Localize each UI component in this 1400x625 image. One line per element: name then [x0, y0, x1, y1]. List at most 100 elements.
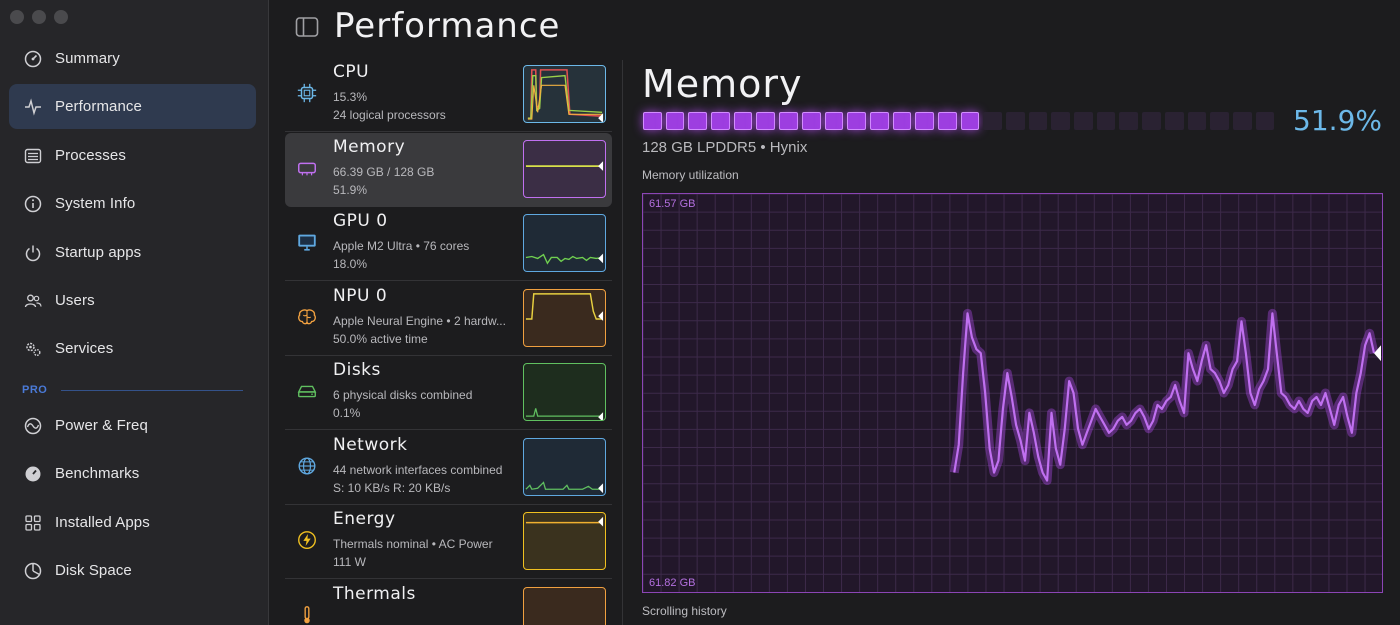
pro-section-divider: PRO — [22, 381, 243, 399]
gauge-icon — [23, 49, 43, 69]
resource-sparkline — [523, 586, 606, 625]
usage-block — [1232, 112, 1252, 130]
sidebar-item-disk-space[interactable]: Disk Space — [9, 548, 256, 593]
resource-detail: 51.9% — [333, 182, 368, 197]
sidebar-item-power-freq[interactable]: Power & Freq — [9, 403, 256, 448]
thermometer-icon — [296, 604, 320, 625]
resource-detail: 0.1% — [333, 406, 361, 420]
resource-sparkline — [523, 437, 606, 496]
resource-detail: 18.0% — [333, 257, 368, 271]
sidebar-item-label: Services — [55, 340, 114, 357]
detail-panel: Memory 51.9% 128 GB LPDDR5 • Hynix Memor… — [624, 60, 1400, 625]
bolt-icon — [296, 529, 320, 553]
sidebar-item-label: System Info — [55, 195, 136, 212]
sidebar-item-benchmarks[interactable]: Benchmarks — [9, 451, 256, 496]
y-axis-top-label: 61.57 GB — [649, 198, 696, 210]
resource-item-disks[interactable]: Disks 6 physical disks combined 0.1% — [285, 356, 612, 430]
speedometer-icon — [23, 464, 43, 484]
usage-block — [1051, 112, 1071, 130]
resource-subtitle: 66.39 GB / 128 GB — [333, 164, 435, 179]
usage-block — [1096, 112, 1116, 130]
resource-item-energy[interactable]: Energy Thermals nominal • AC Power 111 W — [285, 505, 612, 579]
chart-label: Memory utilization — [642, 168, 739, 182]
usage-block — [1028, 112, 1048, 130]
resource-detail: 50.0% active time — [333, 331, 428, 346]
resource-subtitle: Apple Neural Engine • 2 hardw... — [333, 313, 506, 328]
resource-list: CPU 15.3% 24 logical processors Memory 66.39… — [275, 60, 623, 625]
resource-subtitle: Thermals nominal • AC Power — [333, 537, 493, 551]
chart-svg — [643, 194, 1382, 592]
resource-title: Memory — [333, 136, 406, 157]
usage-block — [1164, 112, 1184, 130]
sidebar-item-label: Benchmarks — [55, 465, 140, 482]
sidebar-item-services[interactable]: Services — [9, 326, 256, 371]
resource-item-network[interactable]: Network 44 network interfaces combined S: … — [285, 431, 612, 505]
sidebar-item-installed-apps[interactable]: Installed Apps — [9, 500, 256, 545]
resource-sparkline — [523, 512, 606, 570]
users-icon — [23, 291, 43, 311]
sidebar-item-label: Disk Space — [55, 562, 132, 579]
list-icon — [23, 146, 43, 166]
monitor-icon — [296, 231, 320, 255]
sidebar-toggle-icon[interactable] — [295, 16, 319, 38]
resource-title: GPU 0 — [333, 211, 388, 231]
header: Performance — [270, 0, 1400, 60]
zoom-button[interactable] — [54, 10, 68, 24]
resource-subtitle: 6 physical disks combined — [333, 388, 473, 402]
disk-icon — [296, 380, 320, 404]
usage-block — [1255, 112, 1275, 130]
sidebar-item-users[interactable]: Users — [9, 278, 256, 323]
pro-label: PRO — [22, 384, 48, 396]
page-title: Performance — [334, 6, 561, 46]
memory-utilization-chart: 61.57 GB 61.82 GB — [642, 193, 1383, 593]
usage-block — [1006, 112, 1025, 130]
sidebar-item-system-info[interactable]: System Info — [9, 181, 256, 226]
divider — [61, 389, 243, 391]
resource-sparkline — [523, 65, 606, 123]
close-button[interactable] — [10, 10, 24, 24]
minimize-button[interactable] — [32, 10, 46, 24]
apps-grid-icon — [23, 513, 43, 533]
usage-block — [665, 112, 685, 130]
resource-item-npu-0[interactable]: NPU 0 Apple Neural Engine • 2 hardw... 50.… — [285, 282, 612, 356]
frequency-icon — [23, 416, 43, 436]
resource-item-thermals[interactable]: Thermals — [285, 580, 612, 625]
divider — [285, 578, 612, 579]
gears-icon — [23, 339, 43, 359]
sidebar-item-summary[interactable]: Summary — [9, 36, 256, 81]
sidebar-item-label: Users — [55, 292, 95, 309]
sidebar-item-label: Power & Freq — [55, 417, 148, 434]
resource-detail: 111 W — [333, 555, 366, 569]
resource-item-cpu[interactable]: CPU 15.3% 24 logical processors — [285, 58, 612, 132]
sidebar: Summary Performance Processes System Info St… — [0, 0, 269, 625]
usage-block — [824, 112, 844, 130]
brain-icon — [296, 306, 320, 330]
usage-block — [756, 112, 776, 130]
resource-sparkline — [523, 288, 606, 347]
chart-footer: Scrolling history — [642, 604, 727, 618]
resource-sparkline — [523, 363, 606, 421]
resource-item-gpu-0[interactable]: GPU 0 Apple M2 Ultra • 76 cores 18.0% — [285, 207, 612, 281]
usage-block — [960, 112, 980, 130]
sidebar-item-label: Processes — [55, 147, 126, 164]
sidebar-item-label: Installed Apps — [55, 514, 150, 531]
pie-icon — [23, 561, 43, 581]
resource-item-memory[interactable]: Memory 66.39 GB / 128 GB 51.9% — [285, 132, 612, 207]
resource-detail: 24 logical processors — [333, 108, 446, 122]
usage-block — [711, 112, 730, 130]
usage-block — [983, 112, 1002, 130]
y-axis-bottom-label: 61.82 GB — [649, 577, 696, 589]
sidebar-item-startup-apps[interactable]: Startup apps — [9, 230, 256, 275]
window-controls — [10, 10, 68, 24]
resource-title: NPU 0 — [333, 285, 388, 306]
resource-sparkline — [523, 214, 606, 272]
sidebar-item-label: Summary — [55, 50, 120, 67]
resource-title: Disks — [333, 360, 381, 380]
cpu-icon — [296, 82, 320, 106]
usage-block — [915, 112, 934, 130]
pulse-icon — [23, 97, 43, 117]
resource-subtitle: 15.3% — [333, 90, 368, 104]
usage-block — [892, 112, 912, 130]
sidebar-item-performance[interactable]: Performance — [9, 84, 256, 129]
sidebar-item-processes[interactable]: Processes — [9, 133, 256, 178]
